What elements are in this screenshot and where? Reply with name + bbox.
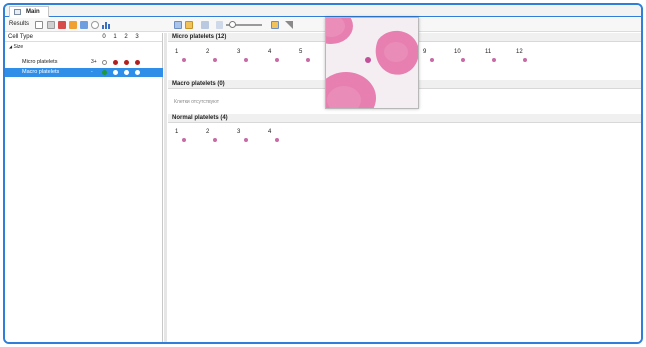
size-group-label: Size bbox=[13, 44, 24, 50]
cell-type-row-micro[interactable]: Micro platelets 3+ bbox=[5, 58, 163, 67]
platelet-cell[interactable]: 1 bbox=[175, 129, 195, 145]
cell-number: 9 bbox=[423, 49, 427, 55]
grid-blue-icon[interactable] bbox=[80, 21, 88, 29]
cell-type-title: Cell Type bbox=[8, 34, 33, 40]
blood-smear-image bbox=[326, 18, 418, 108]
platelet-thumbnail[interactable] bbox=[430, 58, 434, 62]
grade-0-radio[interactable] bbox=[102, 60, 107, 65]
grid-view-icon[interactable] bbox=[185, 21, 193, 29]
grid-red-icon[interactable] bbox=[58, 21, 66, 29]
cell-number: 10 bbox=[454, 49, 461, 55]
grade-2-radio[interactable] bbox=[124, 70, 129, 75]
platelet-cell[interactable]: 11 bbox=[485, 49, 505, 65]
cell-number: 3 bbox=[237, 49, 241, 55]
platelet-thumbnail[interactable] bbox=[213, 58, 217, 62]
cell-type-panel: Cell Type 0 1 2 3 ◢ Size Micro platelets… bbox=[5, 33, 163, 342]
grade-3-radio[interactable] bbox=[135, 60, 140, 65]
cell-type-label: Micro platelets bbox=[22, 59, 58, 65]
grade-prefix: 3+ bbox=[91, 59, 97, 65]
tab-main[interactable]: Main bbox=[9, 6, 49, 17]
cell-type-label: Macro platelets bbox=[22, 69, 60, 75]
layers-icon[interactable] bbox=[201, 21, 209, 29]
cell-number: 4 bbox=[268, 49, 272, 55]
grade-1-radio[interactable] bbox=[113, 70, 118, 75]
app-window: Main Results Cell Type 0 1 2 3 ◢ Size Mi… bbox=[3, 3, 643, 344]
grade-1-radio[interactable] bbox=[113, 60, 118, 65]
panel-splitter[interactable] bbox=[164, 33, 167, 342]
image-icon[interactable] bbox=[271, 21, 279, 29]
collapse-arrow-icon[interactable]: ◢ bbox=[9, 44, 12, 49]
grid-orange-icon[interactable] bbox=[69, 21, 77, 29]
size-group[interactable]: ◢ Size bbox=[9, 44, 23, 50]
section-normal-header[interactable]: Normal platelets (4) bbox=[168, 114, 641, 123]
platelet-cell[interactable]: 3 bbox=[237, 49, 257, 65]
platelet-thumbnail[interactable] bbox=[275, 58, 279, 62]
cell-number: 1 bbox=[175, 129, 179, 135]
grade-0-radio[interactable] bbox=[102, 70, 107, 75]
grade-3-radio[interactable] bbox=[135, 70, 140, 75]
cell-number: 11 bbox=[485, 49, 492, 55]
zoom-slider[interactable] bbox=[226, 21, 262, 28]
platelet-cell[interactable]: 4 bbox=[268, 49, 288, 65]
platelet-thumbnail[interactable] bbox=[523, 58, 527, 62]
platelet-thumbnail[interactable] bbox=[182, 58, 186, 62]
platelet-cell[interactable]: 2 bbox=[206, 49, 226, 65]
platelet-cell[interactable]: 3 bbox=[237, 129, 257, 145]
platelet-cell[interactable]: 2 bbox=[206, 129, 226, 145]
results-label: Results bbox=[9, 21, 30, 27]
zoom-out-icon[interactable] bbox=[216, 21, 223, 29]
platelet-thumbnail[interactable] bbox=[244, 138, 248, 142]
cell-zoom-preview bbox=[325, 17, 419, 109]
column-3: 3 bbox=[135, 34, 139, 40]
grid-small-icon[interactable] bbox=[47, 21, 55, 29]
cell-number: 4 bbox=[268, 129, 272, 135]
cell-number: 5 bbox=[299, 49, 303, 55]
platelet-cell[interactable]: 1 bbox=[175, 49, 195, 65]
platelet-cell[interactable]: 9 bbox=[423, 49, 443, 65]
cell-number: 2 bbox=[206, 129, 210, 135]
platelet-thumbnail[interactable] bbox=[244, 58, 248, 62]
cell-type-row-macro[interactable]: Macro platelets - bbox=[5, 68, 163, 77]
platelet-cell[interactable]: 10 bbox=[454, 49, 474, 65]
tab-bar: Main bbox=[5, 5, 641, 17]
check-circle-icon[interactable] bbox=[91, 21, 99, 29]
platelet-thumbnail[interactable] bbox=[306, 58, 310, 62]
platelet-thumbnail[interactable] bbox=[182, 138, 186, 142]
column-0: 0 bbox=[102, 34, 106, 40]
tab-main-label: Main bbox=[26, 9, 40, 15]
window-icon bbox=[14, 9, 21, 15]
toolbar: Results bbox=[5, 18, 641, 32]
column-1: 1 bbox=[113, 34, 117, 40]
empty-message: Клетки отсутствуют bbox=[174, 99, 220, 105]
cell-number: 3 bbox=[237, 129, 241, 135]
grade-2-radio[interactable] bbox=[124, 60, 129, 65]
document-icon[interactable] bbox=[35, 21, 43, 29]
platelet-thumbnail[interactable] bbox=[461, 58, 465, 62]
cell-number: 12 bbox=[516, 49, 523, 55]
column-2: 2 bbox=[124, 34, 128, 40]
ruler-icon[interactable] bbox=[285, 21, 293, 29]
cell-number: 1 bbox=[175, 49, 179, 55]
zoom-slider-thumb[interactable] bbox=[229, 21, 236, 28]
platelet-thumbnail[interactable] bbox=[275, 138, 279, 142]
view-mode-icon[interactable] bbox=[174, 21, 182, 29]
platelet-cell[interactable]: 12 bbox=[516, 49, 536, 65]
platelet-cell[interactable]: 5 bbox=[299, 49, 319, 65]
platelet-cell[interactable]: 4 bbox=[268, 129, 288, 145]
bar-chart-icon[interactable] bbox=[102, 21, 110, 29]
cell-type-header: Cell Type 0 1 2 3 bbox=[5, 33, 162, 42]
platelet-thumbnail[interactable] bbox=[213, 138, 217, 142]
platelet-thumbnail[interactable] bbox=[492, 58, 496, 62]
grade-prefix: - bbox=[91, 69, 93, 75]
cell-number: 2 bbox=[206, 49, 210, 55]
